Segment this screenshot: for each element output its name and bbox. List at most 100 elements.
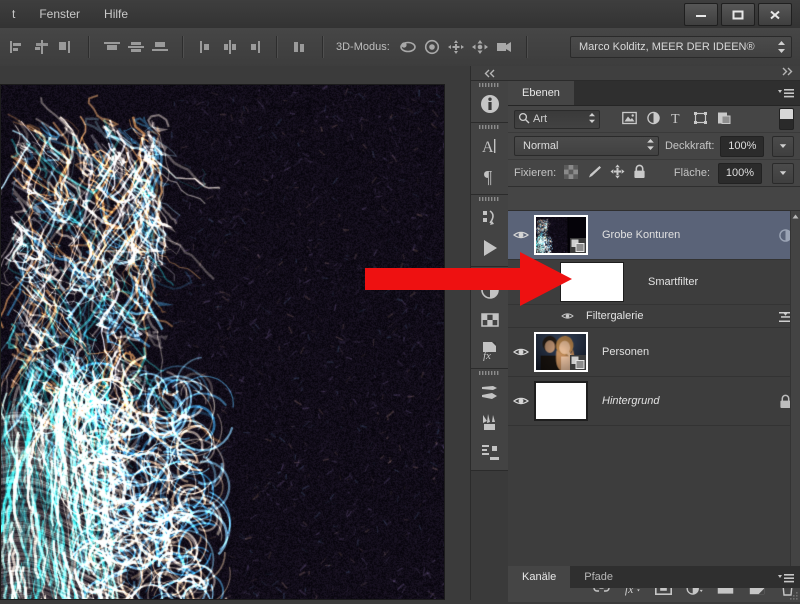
filter-adjustment-layers-icon[interactable] — [646, 111, 661, 128]
history-panel-icon[interactable] — [471, 203, 509, 233]
smart-filter-mask-thumbnail[interactable] — [560, 262, 624, 302]
workspace-name: Marco Kolditz, MEER DER IDEEN® — [579, 41, 755, 53]
filter-row-filtergalerie[interactable]: Filtergalerie — [508, 305, 800, 328]
panel-grip-2[interactable] — [471, 123, 509, 131]
panel-grip-5[interactable] — [471, 369, 509, 377]
info-panel-icon[interactable] — [471, 89, 509, 119]
layer-list-scrollbar[interactable] — [790, 211, 800, 574]
collapse-panels-icon[interactable] — [471, 66, 509, 81]
fx-panel-icon[interactable]: fx — [471, 335, 509, 365]
layer-row-grobe-konturen[interactable]: Grobe Konturen — [508, 211, 800, 260]
expand-panels-icon[interactable] — [780, 67, 794, 79]
filter-type-layers-icon[interactable]: T — [670, 111, 684, 128]
align-bottom-icon[interactable] — [54, 35, 78, 59]
paragraph-panel-icon[interactable]: ¶ — [471, 161, 509, 191]
distribute-left-icon[interactable] — [194, 35, 218, 59]
svg-text:fx: fx — [483, 350, 491, 361]
menu-item-fenster[interactable]: Fenster — [27, 3, 92, 25]
close-button[interactable] — [758, 3, 792, 26]
clone-source-panel-icon[interactable] — [471, 437, 509, 467]
filter-shape-layers-icon[interactable] — [693, 111, 708, 128]
dock-collapse-bar[interactable] — [508, 66, 800, 81]
menu-item-hilfe[interactable]: Hilfe — [92, 3, 140, 25]
filter-enable-toggle[interactable] — [779, 108, 794, 130]
distribute-spacing-icon[interactable] — [288, 35, 312, 59]
maximize-button[interactable] — [721, 3, 755, 26]
align-vertical-center-icon[interactable] — [30, 35, 54, 59]
panel-grip[interactable] — [471, 81, 509, 89]
slide-3d-icon[interactable] — [468, 35, 492, 59]
distribute-right-icon[interactable] — [242, 35, 266, 59]
opacity-value[interactable]: 100% — [720, 135, 765, 157]
panel-menu-icon[interactable] — [778, 86, 794, 100]
styles-panel-icon[interactable] — [471, 305, 509, 335]
tab-pfade[interactable]: Pfade — [570, 566, 627, 588]
layer-name[interactable]: Personen — [588, 346, 770, 358]
window-controls — [684, 3, 792, 26]
layer-name[interactable]: Grobe Konturen — [588, 229, 770, 241]
layer-thumbnail[interactable] — [534, 332, 588, 372]
align-vertical-centers-icon[interactable] — [124, 35, 148, 59]
smart-object-badge-icon — [570, 238, 586, 253]
lock-all-icon[interactable] — [633, 164, 646, 182]
character-panel-icon[interactable]: A — [471, 131, 509, 161]
blend-mode-value: Normal — [523, 140, 559, 152]
distribute-center-icon[interactable] — [218, 35, 242, 59]
pan-3d-icon[interactable] — [444, 35, 468, 59]
adjustments-panel-icon[interactable] — [471, 275, 509, 305]
align-bottom-edges-icon[interactable] — [148, 35, 172, 59]
rail-group-history — [471, 195, 509, 267]
spinner-updown-icon[interactable] — [646, 138, 655, 154]
layer-list[interactable]: Grobe Konturen Smartfilter Filtergalerie… — [508, 210, 800, 574]
svg-text:A: A — [482, 139, 494, 156]
layer-visibility-toggle[interactable] — [508, 211, 534, 259]
align-group-2 — [94, 28, 178, 66]
lock-image-pixels-icon[interactable] — [586, 165, 602, 182]
actions-panel-icon[interactable] — [471, 233, 509, 263]
canvas-area[interactable] — [0, 66, 470, 600]
smart-filter-row[interactable]: Smartfilter — [508, 260, 800, 305]
opacity-stepper[interactable] — [772, 135, 794, 157]
smart-filter-visibility-toggle[interactable] — [508, 260, 560, 304]
spinner-updown-icon[interactable] — [776, 39, 787, 55]
fill-value[interactable]: 100% — [718, 162, 762, 184]
toolbar-separator-2 — [182, 36, 184, 58]
filter-name[interactable]: Filtergalerie — [580, 310, 770, 322]
layer-kind-filter[interactable]: Art — [514, 109, 600, 129]
minimize-button[interactable] — [684, 3, 718, 26]
bottom-panel-tab-bar: Kanäle Pfade — [508, 566, 800, 588]
filter-pixel-layers-icon[interactable] — [622, 111, 637, 128]
zoom-3d-camera-icon[interactable] — [492, 35, 516, 59]
lock-position-icon[interactable] — [610, 164, 625, 182]
lock-transparent-pixels-icon[interactable] — [564, 164, 579, 182]
fill-stepper[interactable] — [772, 162, 794, 184]
panel-menu-icon[interactable] — [778, 571, 794, 585]
brush-panel-icon[interactable] — [471, 377, 509, 407]
layer-row-personen[interactable]: Personen — [508, 328, 800, 377]
menu-item-0[interactable]: t — [0, 3, 27, 25]
filter-visibility-toggle[interactable] — [508, 305, 580, 327]
panel-grip-3[interactable] — [471, 195, 509, 203]
layer-name[interactable]: Hintergrund — [588, 395, 770, 407]
layer-visibility-toggle[interactable] — [508, 377, 534, 425]
layer-visibility-toggle[interactable] — [508, 328, 534, 376]
panel-grip-4[interactable] — [471, 267, 509, 275]
scroll-up-arrow-icon[interactable] — [791, 211, 800, 221]
orbit-3d-icon[interactable] — [396, 35, 420, 59]
layer-row-hintergrund[interactable]: Hintergrund — [508, 377, 800, 426]
spinner-updown-icon[interactable] — [588, 112, 596, 127]
layer-thumbnail[interactable] — [534, 381, 588, 421]
document-canvas[interactable] — [0, 84, 445, 600]
align-left-edges-icon[interactable] — [6, 35, 30, 59]
align-top-edges-icon[interactable] — [100, 35, 124, 59]
tab-ebenen[interactable]: Ebenen — [508, 81, 574, 105]
brush-presets-panel-icon[interactable] — [471, 407, 509, 437]
layers-dock: Ebenen Art T Normal Deckkraft: 100% Fixi… — [508, 66, 800, 602]
blend-mode-select[interactable]: Normal — [514, 136, 659, 156]
tab-kanaele[interactable]: Kanäle — [508, 566, 571, 588]
filter-smartobject-layers-icon[interactable] — [717, 111, 732, 128]
layer-thumbnail[interactable] — [534, 215, 588, 255]
workspace-selector[interactable]: Marco Kolditz, MEER DER IDEEN® — [570, 36, 792, 58]
layers-panel-body: Art T Normal Deckkraft: 100% Fixieren: F… — [508, 106, 800, 602]
roll-3d-icon[interactable] — [420, 35, 444, 59]
